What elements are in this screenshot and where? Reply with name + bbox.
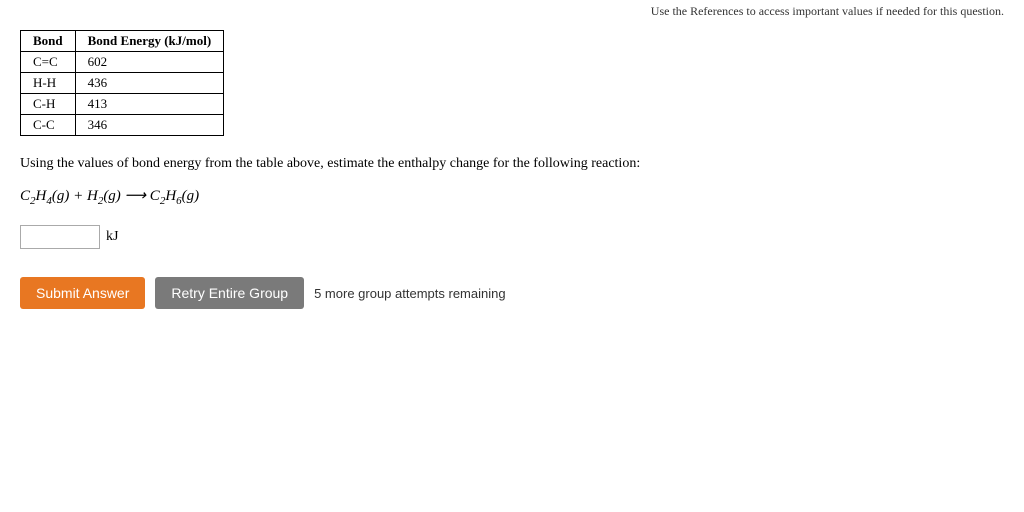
reaction-equation: C2H4(g) + H2(g) ⟶ C2H6(g) <box>20 186 1004 207</box>
attempts-remaining: 5 more group attempts remaining <box>314 286 505 301</box>
answer-row: kJ <box>20 225 1004 249</box>
bond-energy-table: Bond Bond Energy (kJ/mol) C=C602H-H436C-… <box>20 30 224 136</box>
energy-cell: 436 <box>75 73 224 94</box>
col1-header: Bond <box>21 31 76 52</box>
submit-button[interactable]: Submit Answer <box>20 277 145 309</box>
instruction-text: Using the values of bond energy from the… <box>20 156 1004 172</box>
buttons-row: Submit Answer Retry Entire Group 5 more … <box>20 277 1004 309</box>
bond-cell: C-H <box>21 94 76 115</box>
bond-cell: C=C <box>21 52 76 73</box>
col2-header: Bond Energy (kJ/mol) <box>75 31 224 52</box>
table-row: C=C602 <box>21 52 224 73</box>
bond-cell: H-H <box>21 73 76 94</box>
unit-label: kJ <box>106 229 118 245</box>
energy-cell: 413 <box>75 94 224 115</box>
table-row: C-C346 <box>21 115 224 136</box>
table-row: C-H413 <box>21 94 224 115</box>
energy-cell: 346 <box>75 115 224 136</box>
answer-input[interactable] <box>20 225 100 249</box>
reference-note: Use the References to access important v… <box>651 4 1004 19</box>
energy-cell: 602 <box>75 52 224 73</box>
table-row: H-H436 <box>21 73 224 94</box>
bond-cell: C-C <box>21 115 76 136</box>
retry-button[interactable]: Retry Entire Group <box>155 277 304 309</box>
